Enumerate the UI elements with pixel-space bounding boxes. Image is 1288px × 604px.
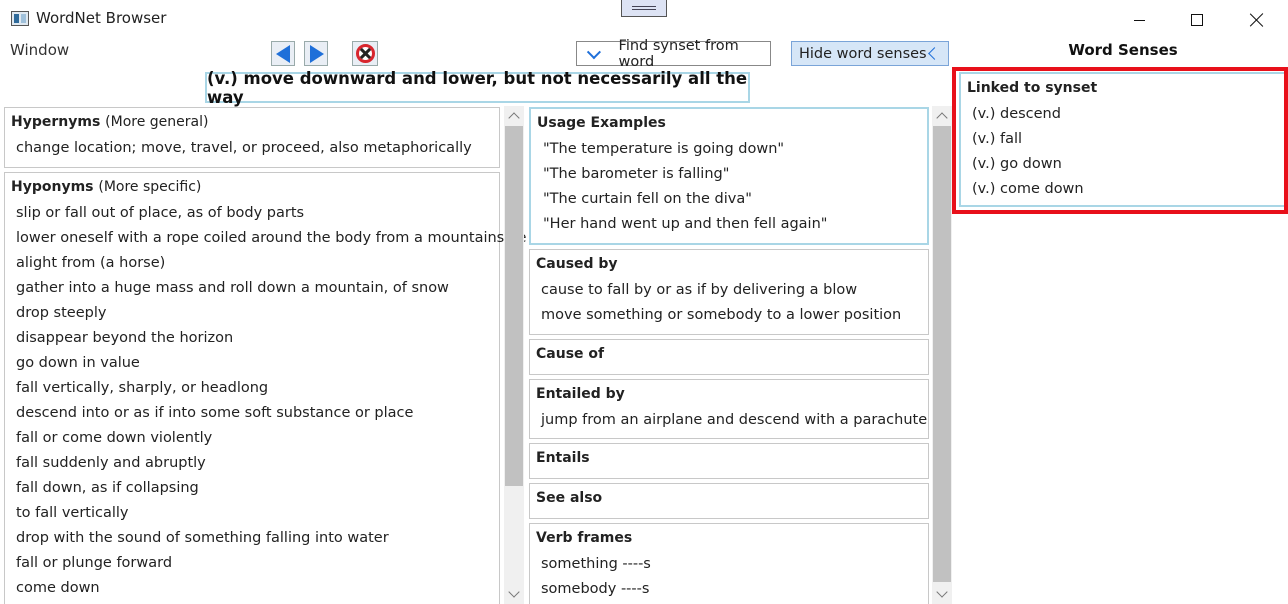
maximize-button[interactable] xyxy=(1168,3,1226,37)
list-item[interactable]: slip or fall out of place, as of body pa… xyxy=(16,201,499,226)
arrow-right-icon xyxy=(310,45,324,63)
verb-frames-title: Verb frames xyxy=(536,530,633,546)
left-scroll-thumb[interactable] xyxy=(505,126,523,486)
list-item[interactable]: come down xyxy=(16,576,499,601)
list-item[interactable]: alight from (a horse) xyxy=(16,251,499,276)
list-item[interactable]: somebody ----s xyxy=(541,577,928,602)
list-item[interactable]: drop with the sound of something falling… xyxy=(16,526,499,551)
maximize-icon xyxy=(1191,14,1203,26)
list-item[interactable]: jump from an airplane and descend with a… xyxy=(541,408,928,433)
list-item[interactable]: change location; move, travel, or procee… xyxy=(16,136,499,161)
hypernyms-title: Hypernyms (More general) xyxy=(5,108,499,136)
window-title: WordNet Browser xyxy=(36,9,167,27)
hyponyms-title-text: Hyponyms xyxy=(11,179,94,195)
find-synset-button[interactable]: Find synset from word xyxy=(576,38,771,70)
verb-frames-panel: Verb frames something ----s somebody ---… xyxy=(529,523,929,604)
caused-by-panel: Caused by cause to fall by or as if by d… xyxy=(529,249,929,335)
list-item[interactable]: fall down, as if collapsing xyxy=(16,476,499,501)
usage-examples-title: Usage Examples xyxy=(537,115,666,131)
list-item[interactable]: disappear beyond the horizon xyxy=(16,326,499,351)
entailed-by-title: Entailed by xyxy=(536,386,625,402)
middle-scrollbar[interactable] xyxy=(932,106,952,604)
chevron-down-icon xyxy=(586,44,601,59)
find-synset-label: Find synset from word xyxy=(618,37,739,70)
hypernyms-title-text: Hypernyms xyxy=(11,114,101,130)
list-item[interactable]: "The temperature is going down" xyxy=(543,137,927,162)
list-item[interactable]: "The barometer is falling" xyxy=(543,162,927,187)
see-also-panel: See also xyxy=(529,483,929,519)
scroll-up-icon[interactable] xyxy=(936,112,948,124)
word-senses-title: Word Senses xyxy=(1068,41,1178,59)
synset-definition: (v.) move downward and lower, but not ne… xyxy=(205,69,750,107)
verb-frames-list: something ----s somebody ----s xyxy=(530,552,928,602)
arrow-left-icon xyxy=(276,45,290,63)
minimize-icon xyxy=(1133,19,1145,21)
entailed-by-panel: Entailed by jump from an airplane and de… xyxy=(529,379,929,439)
list-item[interactable]: descend into or as if into some soft sub… xyxy=(16,401,499,426)
hide-word-senses-label: Hide word senses xyxy=(799,45,927,62)
drag-grip-icon[interactable] xyxy=(621,0,667,17)
caused-by-title: Caused by xyxy=(536,256,618,272)
entails-panel: Entails xyxy=(529,443,929,479)
left-scrollbar[interactable] xyxy=(504,106,524,604)
scroll-up-icon[interactable] xyxy=(508,112,520,124)
highlight-box xyxy=(952,67,1288,214)
list-item[interactable]: something ----s xyxy=(541,552,928,577)
list-item[interactable]: lower oneself with a rope coiled around … xyxy=(16,226,526,251)
list-item[interactable]: move something or somebody to a lower po… xyxy=(541,303,928,328)
scroll-down-icon[interactable] xyxy=(936,586,948,598)
cause-of-title: Cause of xyxy=(536,346,605,362)
hyponyms-panel: Hyponyms (More specific) slip or fall ou… xyxy=(4,172,526,604)
menu-window[interactable]: Window xyxy=(10,41,69,59)
list-item[interactable]: gather into a huge mass and roll down a … xyxy=(16,276,499,301)
close-button[interactable] xyxy=(1228,3,1286,37)
list-item[interactable]: fall or plunge forward xyxy=(16,551,499,576)
list-item[interactable]: drop steeply xyxy=(16,301,499,326)
hyponyms-subtitle: (More specific) xyxy=(98,179,202,195)
list-item[interactable]: cause to fall by or as if by delivering … xyxy=(541,278,928,303)
hypernyms-list: change location; move, travel, or procee… xyxy=(5,136,499,161)
hyponyms-title: Hyponyms (More specific) xyxy=(5,173,499,201)
entails-title: Entails xyxy=(536,450,590,466)
chevron-left-icon xyxy=(928,47,941,60)
list-item[interactable]: to fall vertically xyxy=(16,501,499,526)
see-also-title: See also xyxy=(536,490,603,506)
title-bar: WordNet Browser xyxy=(0,0,1288,38)
caused-by-list: cause to fall by or as if by delivering … xyxy=(530,278,928,328)
middle-scroll-thumb[interactable] xyxy=(933,126,951,582)
cause-of-panel: Cause of xyxy=(529,339,929,375)
list-item[interactable]: "Her hand went up and then fell again" xyxy=(543,212,927,237)
hide-word-senses-button[interactable]: Hide word senses xyxy=(791,41,949,66)
stop-icon xyxy=(356,44,375,63)
hypernyms-panel: Hypernyms (More general) change location… xyxy=(4,107,500,168)
list-item[interactable]: fall vertically, sharply, or headlong xyxy=(16,376,499,401)
list-item[interactable]: "The curtain fell on the diva" xyxy=(543,187,927,212)
stop-button[interactable] xyxy=(352,41,378,66)
usage-examples-panel: Usage Examples "The temperature is going… xyxy=(529,107,929,245)
back-button[interactable] xyxy=(271,41,295,66)
list-item[interactable]: fall or come down violently xyxy=(16,426,499,451)
close-icon xyxy=(1250,13,1264,27)
app-icon xyxy=(11,11,29,26)
usage-examples-list: "The temperature is going down" "The bar… xyxy=(531,137,927,237)
forward-button[interactable] xyxy=(304,41,328,66)
hypernyms-subtitle: (More general) xyxy=(105,114,209,130)
minimize-button[interactable] xyxy=(1110,3,1168,37)
list-item[interactable]: fall suddenly and abruptly xyxy=(16,451,499,476)
hyponyms-list: slip or fall out of place, as of body pa… xyxy=(5,201,526,601)
list-item[interactable]: go down in value xyxy=(16,351,499,376)
scroll-down-icon[interactable] xyxy=(508,586,520,598)
entailed-by-list: jump from an airplane and descend with a… xyxy=(530,408,928,433)
